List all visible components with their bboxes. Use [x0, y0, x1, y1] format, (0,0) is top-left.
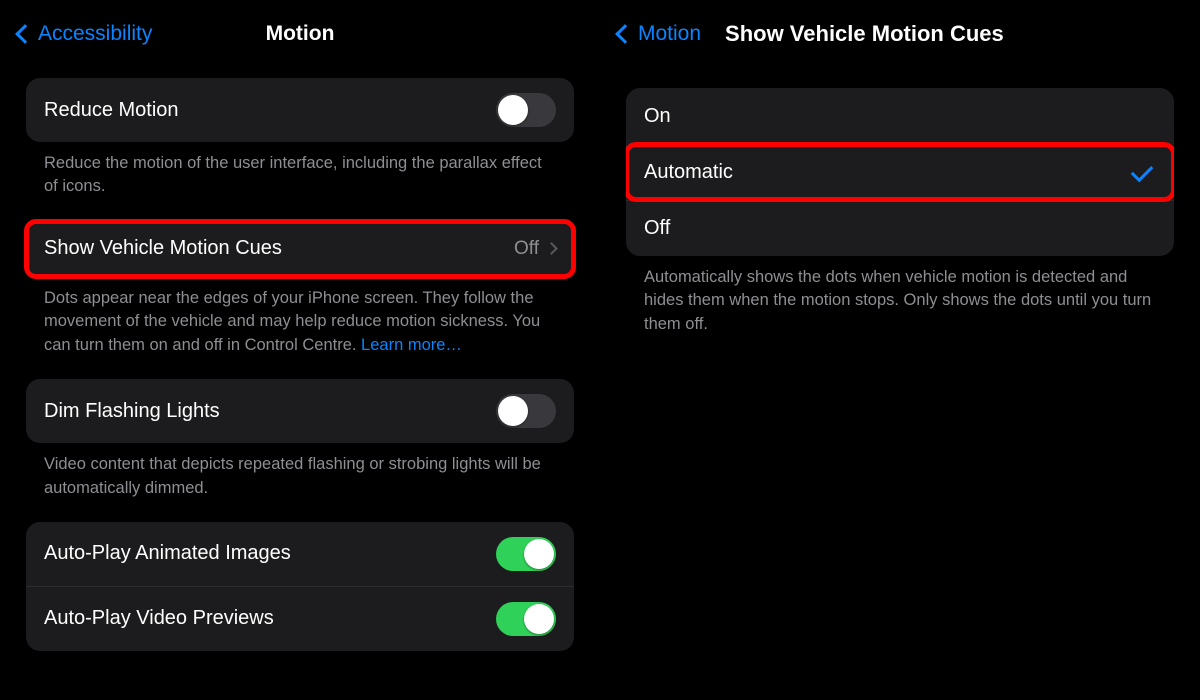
back-button[interactable]: Accessibility: [18, 22, 152, 46]
footer-text: Dots appear near the edges of your iPhon…: [44, 289, 540, 354]
back-button[interactable]: Motion: [618, 22, 701, 46]
options-footer: Automatically shows the dots when vehicl…: [626, 256, 1174, 358]
dim-flashing-toggle[interactable]: [496, 394, 556, 428]
group-autoplay: Auto-Play Animated Images Auto-Play Vide…: [26, 522, 574, 651]
learn-more-link[interactable]: Learn more…: [361, 336, 462, 354]
motion-settings-pane: Accessibility Motion Reduce Motion Reduc…: [0, 0, 600, 700]
chevron-left-icon: [15, 24, 35, 44]
autoplay-images-row[interactable]: Auto-Play Animated Images: [26, 522, 574, 586]
option-automatic-label: Automatic: [644, 161, 1132, 184]
group-dim-flashing: Dim Flashing Lights: [26, 379, 574, 443]
vehicle-motion-cues-footer: Dots appear near the edges of your iPhon…: [26, 277, 574, 379]
autoplay-previews-label: Auto-Play Video Previews: [44, 607, 496, 630]
toggle-knob-icon: [524, 604, 554, 634]
toggle-knob-icon: [498, 396, 528, 426]
reduce-motion-footer: Reduce the motion of the user interface,…: [26, 142, 574, 221]
vehicle-motion-cues-label: Show Vehicle Motion Cues: [44, 237, 514, 260]
dim-flashing-label: Dim Flashing Lights: [44, 400, 496, 423]
group-options: On Automatic Off: [626, 88, 1174, 256]
vehicle-motion-cues-row[interactable]: Show Vehicle Motion Cues Off: [26, 221, 574, 277]
page-title: Motion: [266, 22, 335, 46]
toggle-knob-icon: [524, 539, 554, 569]
chevron-right-icon: [545, 242, 558, 255]
checkmark-icon: [1131, 159, 1154, 182]
dim-flashing-footer: Video content that depicts repeated flas…: [26, 443, 574, 522]
autoplay-previews-toggle[interactable]: [496, 602, 556, 636]
autoplay-images-label: Auto-Play Animated Images: [44, 542, 496, 565]
back-label: Motion: [638, 22, 701, 46]
nav-bar: Motion Show Vehicle Motion Cues: [600, 10, 1200, 58]
reduce-motion-row[interactable]: Reduce Motion: [26, 78, 574, 142]
vehicle-motion-cues-pane: Motion Show Vehicle Motion Cues On Autom…: [600, 0, 1200, 700]
group-reduce-motion: Reduce Motion: [26, 78, 574, 142]
autoplay-previews-row[interactable]: Auto-Play Video Previews: [26, 586, 574, 651]
option-off-label: Off: [644, 217, 1156, 240]
group-vehicle-motion-cues: Show Vehicle Motion Cues Off: [26, 221, 574, 277]
reduce-motion-toggle[interactable]: [496, 93, 556, 127]
page-title: Show Vehicle Motion Cues: [725, 21, 1004, 47]
back-label: Accessibility: [38, 22, 152, 46]
chevron-left-icon: [615, 24, 635, 44]
option-on-label: On: [644, 105, 1156, 128]
reduce-motion-label: Reduce Motion: [44, 99, 496, 122]
dim-flashing-row[interactable]: Dim Flashing Lights: [26, 379, 574, 443]
vehicle-motion-cues-value: Off: [514, 238, 539, 260]
option-automatic[interactable]: Automatic: [626, 144, 1174, 200]
nav-bar: Accessibility Motion: [0, 10, 600, 58]
option-off[interactable]: Off: [626, 200, 1174, 256]
toggle-knob-icon: [498, 95, 528, 125]
content: On Automatic Off Automatically shows the…: [600, 58, 1200, 358]
option-on[interactable]: On: [626, 88, 1174, 144]
content: Reduce Motion Reduce the motion of the u…: [0, 58, 600, 651]
autoplay-images-toggle[interactable]: [496, 537, 556, 571]
